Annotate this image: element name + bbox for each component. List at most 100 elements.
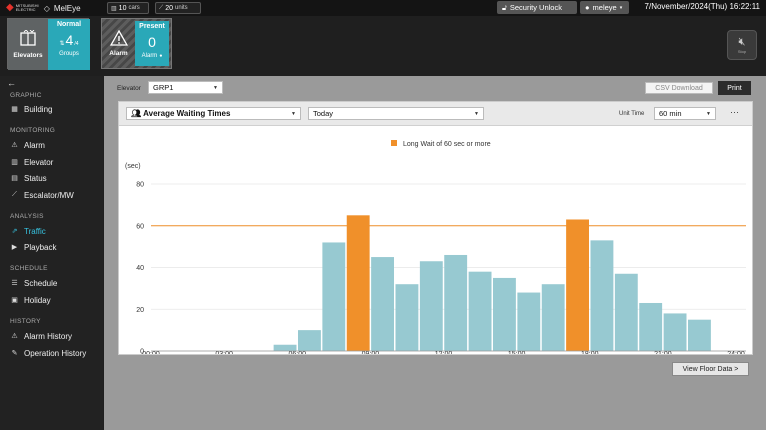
- chart-toolbar: 👥︎ Average Waiting Times ▼ Today ▼ Unit …: [119, 102, 752, 126]
- waiting-time-bar: [639, 302, 663, 351]
- sidebar-item-schedule[interactable]: ☰ Schedule: [10, 277, 57, 289]
- chevron-down-icon: ▼: [291, 111, 296, 117]
- elevator-label: Elevator: [117, 85, 141, 92]
- legend-label: Long Wait of 60 sec or more: [403, 141, 491, 148]
- waiting-time-bar: [419, 261, 443, 351]
- y-tick-label: 80: [136, 182, 144, 189]
- cars-counter: ▥ 10 cars: [107, 2, 149, 14]
- elevator-group-select[interactable]: GRP1 ▼: [148, 81, 223, 94]
- sidebar-item-alarm-history[interactable]: ⚠ Alarm History: [10, 330, 72, 342]
- long-wait-bar: [346, 215, 370, 351]
- chart-panel: 👥︎ Average Waiting Times ▼ Today ▼ Unit …: [118, 101, 753, 355]
- section-schedule: SCHEDULE: [10, 265, 48, 272]
- sound-stop-button[interactable]: 🔇︎ Stop: [727, 30, 757, 60]
- metric-select[interactable]: 👥︎ Average Waiting Times ▼: [126, 107, 301, 120]
- chevron-down-icon: ▼: [474, 111, 479, 117]
- current-datetime: 7/November/2024(Thu) 16:22:11: [644, 2, 760, 11]
- sidebar-item-alarm[interactable]: ⚠ Alarm: [10, 139, 45, 151]
- eye-icon: ◇: [43, 3, 50, 13]
- waiting-time-bar: [322, 242, 346, 351]
- waiting-time-bar: [444, 254, 468, 351]
- print-button[interactable]: Print: [718, 81, 751, 95]
- normal-label: Normal: [56, 21, 82, 28]
- y-tick-label: 60: [136, 223, 144, 230]
- security-unlock-button[interactable]: 🔓︎ Security Unlock: [497, 1, 577, 14]
- unit-time-value: 60 min: [659, 109, 682, 118]
- sidebar-item-label: Building: [24, 104, 53, 114]
- speaker-mute-icon: 🔇︎: [738, 36, 746, 48]
- user-menu-button[interactable]: ● meleye ▾: [580, 1, 629, 14]
- sidebar-item-escalator[interactable]: ⟋ Escalator/MW: [10, 189, 74, 201]
- sidebar-item-elevator[interactable]: ▥ Elevator: [10, 156, 53, 168]
- sidebar-item-label: Alarm: [24, 140, 45, 150]
- waiting-time-bar: [298, 330, 321, 351]
- sidebar-item-playback[interactable]: ▶ Playback: [10, 241, 57, 253]
- warning-icon: [109, 30, 128, 46]
- escalator-icon: ⟋: [12, 191, 17, 198]
- car-icon: ▥: [111, 5, 117, 12]
- units-unit: units: [175, 5, 188, 11]
- brand-name: MelEye: [53, 3, 81, 13]
- x-tick-label: 15:00: [508, 351, 526, 354]
- waiting-time-bar: [541, 284, 565, 351]
- section-graphic: GRAPHIC: [10, 92, 42, 99]
- elevators-label: Elevators: [13, 52, 43, 59]
- section-monitoring: MONITORING: [10, 127, 56, 134]
- sidebar-item-holiday[interactable]: ▣ Holiday: [10, 294, 51, 306]
- chart-legend: Long Wait of 60 sec or more: [391, 140, 491, 148]
- alarm-label: Alarm: [109, 50, 128, 57]
- sidebar-item-label: Operation History: [24, 348, 87, 358]
- waiting-time-bar: [371, 257, 394, 351]
- y-tick-label: 20: [136, 307, 144, 314]
- elevators-status-tile[interactable]: Elevators Normal ⇅ 4 /4 Groups: [7, 18, 90, 70]
- sidebar-item-operation-history[interactable]: ✎ Operation History: [10, 347, 87, 359]
- x-tick-label: 00:00: [142, 351, 160, 354]
- alarm-sub-label: Alarm: [141, 53, 158, 59]
- traffic-icon: ⇗: [11, 228, 18, 235]
- chevron-down-icon: ▼: [213, 85, 218, 91]
- sidebar-item-label: Elevator: [24, 157, 54, 167]
- unit-time-select[interactable]: 60 min ▼: [654, 107, 716, 120]
- units-count: 20: [165, 4, 173, 12]
- period-select[interactable]: Today ▼: [308, 107, 484, 120]
- waiting-time-bar: [590, 240, 614, 351]
- brand-small-text: MITSUBISHI ELECTRIC: [15, 3, 39, 12]
- x-tick-label: 24:00: [727, 351, 745, 354]
- sidebar-item-building[interactable]: ▦ Building: [10, 103, 52, 115]
- app-root: ◆ MITSUBISHI ELECTRIC ◇ MelEye ▥ 10 cars…: [0, 0, 766, 430]
- schedule-icon: ☰: [11, 280, 18, 287]
- alarm-status-tile[interactable]: Alarm Present 0 Alarm ●: [101, 18, 172, 69]
- chevron-down-icon: ▼: [706, 111, 711, 117]
- more-options-icon[interactable]: ···: [730, 107, 739, 117]
- section-analysis: ANALYSIS: [10, 213, 44, 220]
- back-arrow-icon[interactable]: ←: [7, 78, 16, 88]
- sidebar-item-label: Playback: [24, 242, 57, 252]
- units-counter: ⟋ 20 units: [155, 2, 201, 14]
- chevron-down-icon: ▾: [619, 4, 623, 11]
- view-floor-data-button[interactable]: View Floor Data >: [672, 362, 749, 376]
- elevator-group-value: GRP1: [153, 83, 174, 92]
- info-icon: ●: [159, 53, 163, 59]
- csv-download-button[interactable]: CSV Download: [645, 82, 713, 94]
- section-history: HISTORY: [10, 318, 41, 325]
- normal-total: /4: [74, 41, 79, 47]
- status-icon: ▤: [11, 175, 18, 182]
- sidebar-item-status[interactable]: ▤ Status: [10, 172, 47, 184]
- cars-unit: cars: [128, 5, 140, 11]
- elevator-icon: [20, 30, 36, 46]
- chart-bars: [273, 215, 711, 351]
- security-unlock-label: Security Unlock: [509, 3, 562, 12]
- escalator-small-icon: ⟋: [159, 4, 164, 11]
- lock-icon: 🔓︎: [502, 2, 507, 12]
- sidebar-item-label: Status: [24, 173, 47, 183]
- playback-icon: ▶: [11, 244, 18, 251]
- mitsubishi-logo-icon: ◆: [6, 2, 14, 13]
- sidebar-item-traffic[interactable]: ⇗ Traffic: [10, 225, 46, 237]
- legend-swatch: [391, 140, 397, 146]
- sidebar-item-label: Schedule: [24, 278, 58, 288]
- alarm-history-icon: ⚠: [11, 333, 18, 340]
- long-wait-bar: [566, 219, 589, 351]
- main-content: Elevator GRP1 ▼ CSV Download Print 👥︎ Av…: [104, 76, 766, 430]
- x-tick-label: 09:00: [362, 351, 380, 354]
- up-down-arrows-icon: ⇅: [59, 41, 65, 47]
